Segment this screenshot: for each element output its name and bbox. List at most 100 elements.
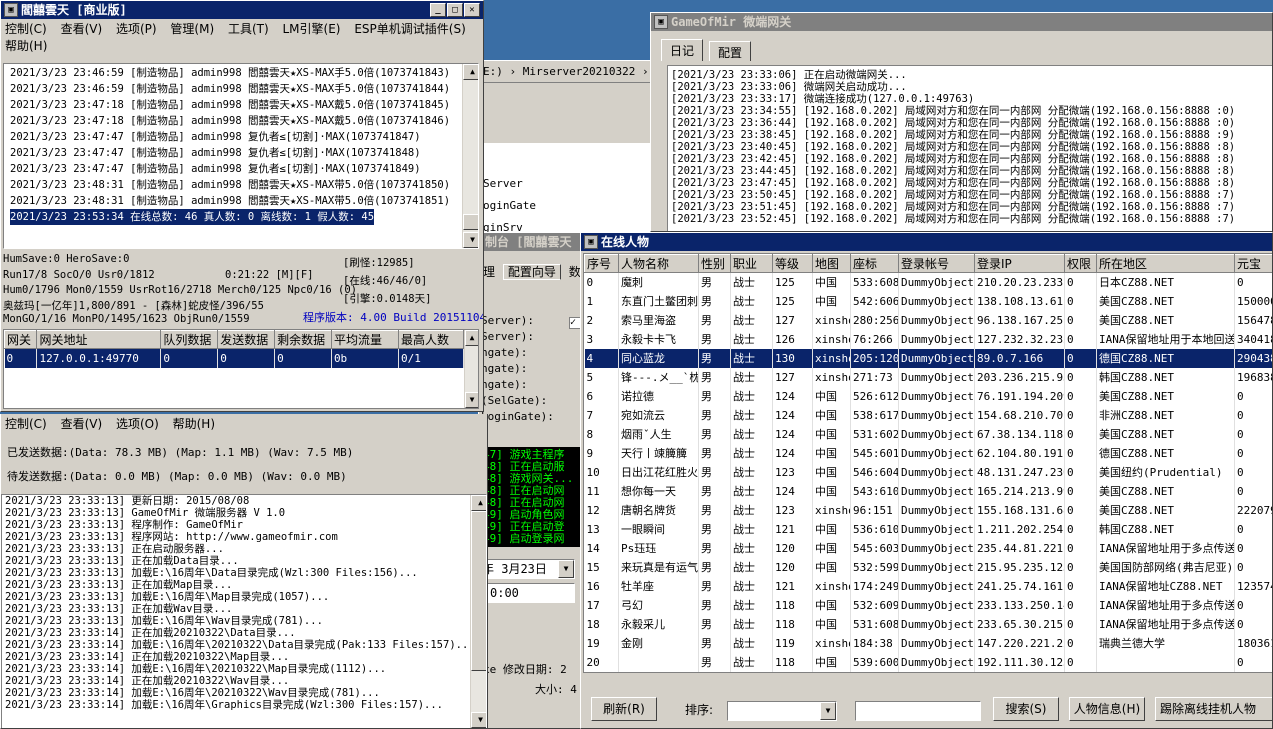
explorer-item[interactable]: Server	[483, 177, 523, 190]
console-time-field[interactable]: 0:00	[479, 583, 575, 603]
col-header-level[interactable]: 等级	[772, 254, 813, 273]
player-row[interactable]: 16牡羊座男战士121xinshou174:249DummyObject241.…	[584, 576, 1272, 596]
player-row[interactable]: 3永毅卡卡飞男战士126xinshou76:266DummyObject127.…	[584, 329, 1272, 349]
player-row[interactable]: 4同心蓝龙男战士130xinshou205:120DummyObject89.0…	[584, 348, 1272, 368]
explorer-addressbar[interactable]: E:) › Mirserver20210322 › Mi	[479, 61, 657, 83]
close-icon[interactable]: ✕	[464, 3, 480, 17]
sort-select[interactable]: ▼	[727, 701, 837, 721]
player-row[interactable]: 8 烟雨ˇ人生男战士 124 中国 531:602 DummyObject 67.38.13…	[584, 424, 1272, 444]
gate-col-header[interactable]: 网关	[4, 330, 38, 349]
menu-control[interactable]: 控制(C)	[5, 22, 47, 36]
player-row[interactable]: 19金刚男战士119xinshou184:38DummyObject147.22…	[584, 633, 1272, 653]
col-header-name[interactable]: 人物名称	[618, 254, 699, 273]
microserver-log-scrollbar[interactable]: ▲ ▼	[470, 495, 486, 728]
refresh-button[interactable]: 刷新(R)	[591, 697, 657, 721]
menu-manage[interactable]: 管理(M)	[170, 22, 214, 36]
player-info-button[interactable]: 人物信息(H)	[1069, 697, 1145, 721]
kick-offline-button[interactable]: 踢除离线挂机人物	[1155, 697, 1272, 721]
search-button[interactable]: 搜索(S)	[993, 697, 1059, 721]
players-grid[interactable]: 序号 人物名称 性别 职业 等级 地图 座标 登录帐号 登录IP 权限 所在地区…	[583, 253, 1272, 673]
server-log[interactable]: 2021/3/23 23:46:59 [制造物品] admin998 閻囍雲天★…	[3, 63, 479, 249]
col-header-region[interactable]: 所在地区	[1096, 254, 1235, 273]
col-header-index[interactable]: 序号	[584, 254, 619, 273]
player-row[interactable]: 12唐朝名牌货男战士123xinshou96:151DummyObject155…	[584, 500, 1272, 520]
maximize-icon[interactable]: □	[447, 3, 463, 17]
col-header-ip[interactable]: 登录IP	[974, 254, 1065, 273]
menu-esp-plugin[interactable]: ESP单机调试插件(S)	[354, 22, 465, 36]
scroll-up-icon[interactable]: ▲	[471, 495, 486, 511]
scroll-up-icon[interactable]: ▲	[465, 330, 478, 346]
console-tab-wizard[interactable]: 配置向导	[502, 264, 561, 280]
gate-col-header[interactable]: 网关地址	[36, 330, 162, 349]
log-scrollbar[interactable]: ▲ ▼	[462, 64, 478, 248]
chevron-down-icon[interactable]: ▼	[820, 702, 836, 720]
player-row[interactable]: 13 一眼瞬间男战士 121 中国 536:610 DummyObject 1.211.20…	[584, 519, 1272, 539]
player-row[interactable]: 1 东直门土鳖团刺男战士 125 中国 542:606 DummyObject 138.10…	[584, 291, 1272, 311]
menu-options[interactable]: 选项(O)	[116, 417, 159, 431]
cell-level: 124	[772, 481, 813, 501]
menu-options[interactable]: 选项(P)	[116, 22, 157, 36]
scroll-thumb[interactable]	[471, 511, 486, 671]
col-header-account[interactable]: 登录帐号	[898, 254, 975, 273]
gate-col-header[interactable]: 队列数据	[160, 330, 219, 349]
cell-ip: 67.38.134.118	[974, 424, 1065, 444]
player-row[interactable]: 15 来玩真是有运气男战士 120 中国 532:599 DummyObject 215.9…	[584, 557, 1272, 577]
cell-region: 美国CZ88.NET	[1096, 386, 1235, 406]
col-header-permission[interactable]: 权限	[1064, 254, 1097, 273]
gate-col-header[interactable]: 平均流量	[330, 330, 399, 349]
player-row[interactable]: 7 宛如流云男战士 124 中国 538:617 DummyObject 154.68.21…	[584, 405, 1272, 425]
player-row[interactable]: 14 Ps珏珏男战士 120 中国 545:603 DummyObject 235.44.8…	[584, 538, 1272, 558]
cell-ip: 241.25.74.161	[974, 576, 1065, 596]
menu-control[interactable]: 控制(C)	[5, 417, 47, 431]
menu-view[interactable]: 查看(V)	[61, 22, 103, 36]
player-row[interactable]: 11 想你每一天男战士 124 中国 543:610 DummyObject 165.214…	[584, 481, 1272, 501]
cell-index: 7	[584, 405, 619, 425]
cell-ip: 48.131.247.236	[974, 462, 1065, 482]
scroll-down-icon[interactable]: ▼	[465, 392, 478, 408]
player-row[interactable]: 10 日出江花红胜火男战士 123 中国 546:604 DummyObject 48.13…	[584, 462, 1272, 482]
player-row[interactable]: 6 诺拉德男战士 124 中国 526:612 DummyObject 76.191.194…	[584, 386, 1272, 406]
gateway-log[interactable]: [2021/3/23 23:33:06] 正在启动微端网关... [2021/3…	[667, 65, 1272, 231]
stats-humsave: HumSave:0 HeroSave:0	[3, 253, 130, 265]
gate-col-header[interactable]: 最高人数	[397, 330, 465, 349]
chevron-down-icon[interactable]: ▼	[558, 560, 574, 578]
cell-name: 同心蓝龙	[618, 348, 699, 368]
player-row[interactable]: 9 天行丨竦簲簲男战士 124 中国 545:601 DummyObject 62.104.…	[584, 443, 1272, 463]
player-row[interactable]: 2索马里海盗男战士127xinshou280:256DummyObject96.…	[584, 310, 1272, 330]
tab-log[interactable]: 日记	[661, 39, 704, 61]
tab-config[interactable]: 配置	[709, 41, 752, 61]
cell-gender: 男	[698, 310, 731, 330]
console-date-picker[interactable]: 年 3月23日 ▼	[479, 559, 575, 579]
player-row[interactable]: 17 弓幻男战士 118 中国 532:609 DummyObject 233.133.25…	[584, 595, 1272, 615]
cell-job: 战士	[730, 405, 773, 425]
gate-row[interactable]: 0 127.0.0.1:49770 0 0 0 0b 0/1	[4, 348, 465, 368]
menu-lm-engine[interactable]: LM引擎(E)	[283, 22, 341, 36]
player-row[interactable]: 5锋---.メ__`枕男战士127xinshou271:73DummyObjec…	[584, 367, 1272, 387]
col-header-gender[interactable]: 性别	[698, 254, 731, 273]
menu-help[interactable]: 帮助(H)	[5, 39, 47, 53]
minimize-icon[interactable]: _	[430, 3, 446, 17]
search-input[interactable]	[855, 701, 981, 721]
gate-col-header[interactable]: 发送数据	[217, 330, 276, 349]
col-header-gold[interactable]: 元宝	[1234, 254, 1272, 273]
menu-tools[interactable]: 工具(T)	[228, 22, 269, 36]
col-header-job[interactable]: 职业	[730, 254, 773, 273]
scroll-up-icon[interactable]: ▲	[463, 64, 478, 80]
microserver-log[interactable]: 2021/3/23 23:33:13] 更新日期: 2015/08/08 202…	[1, 494, 487, 728]
cell-index: 11	[584, 481, 619, 501]
gate-scrollbar[interactable]: ▲ ▼	[464, 330, 478, 408]
gate-col-header[interactable]: 剩余数据	[274, 330, 332, 349]
scroll-thumb[interactable]	[463, 214, 478, 230]
menu-help[interactable]: 帮助(H)	[173, 417, 215, 431]
menu-view[interactable]: 查看(V)	[61, 417, 103, 431]
player-row[interactable]: 0 魔刺男战士 125 中国 533:608 DummyObject 210.20.23.2…	[584, 272, 1272, 292]
scroll-down-icon[interactable]: ▼	[463, 232, 478, 248]
player-row[interactable]: 18 永毅采儿男战士 118 中国 531:608 DummyObject 233.65.3…	[584, 614, 1272, 634]
scroll-down-icon[interactable]: ▼	[471, 712, 486, 728]
col-header-coords[interactable]: 座标	[850, 254, 899, 273]
cell-level: 118	[772, 614, 813, 634]
player-row[interactable]: 20 男战士 118 中国 539:600 DummyObject 192.111.30.1…	[584, 652, 1272, 672]
explorer-item[interactable]: oginGate	[483, 199, 536, 212]
col-header-map[interactable]: 地图	[812, 254, 851, 273]
gate-list[interactable]: 网关 网关地址 队列数据 发送数据 剩余数据 平均流量 最高人数 0 127.0…	[3, 329, 479, 409]
